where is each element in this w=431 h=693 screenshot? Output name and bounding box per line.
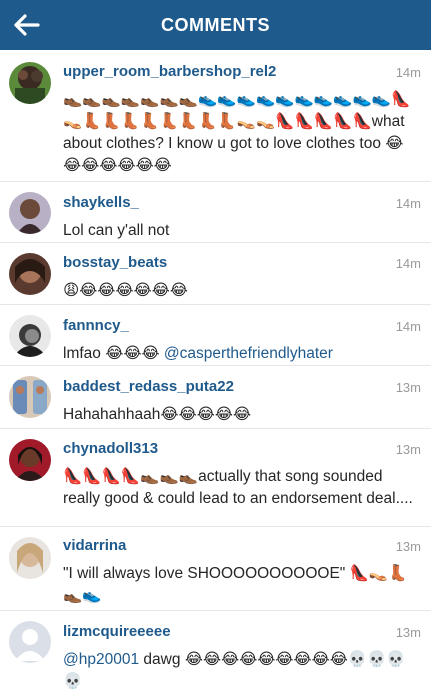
comment-username[interactable]: upper_room_barbershop_rel2 [63, 63, 276, 80]
comment-username[interactable]: fannncy_ [63, 317, 129, 334]
comment-timestamp: 14m [395, 256, 421, 271]
comment-username[interactable]: chynadoll313 [63, 440, 158, 457]
comment-item: chynadoll313 13m 👠👠👠👠👞👞👞actually that so… [0, 429, 431, 527]
comment-body: chynadoll313 13m 👠👠👠👠👞👞👞actually that so… [63, 440, 421, 510]
comment-item: baddest_redass_puta22 13m Hahahahhaah😂😂😂… [0, 366, 431, 429]
avatar[interactable] [9, 537, 51, 579]
comment-username[interactable]: shaykells_ [63, 194, 139, 211]
avatar[interactable] [9, 192, 51, 234]
comment-item: bosstay_beats 14m 😩😂😂😂😂😂😂 [0, 243, 431, 305]
comment-username[interactable]: vidarrina [63, 537, 126, 554]
page-title: COMMENTS [161, 14, 270, 35]
comment-username[interactable]: bosstay_beats [63, 254, 167, 271]
avatar[interactable] [9, 376, 51, 418]
back-arrow-icon[interactable] [12, 10, 42, 40]
comment-body: baddest_redass_puta22 13m Hahahahhaah😂😂😂… [63, 378, 421, 426]
comment-timestamp: 13m [395, 380, 421, 395]
comment-timestamp: 14m [395, 196, 421, 211]
user-mention[interactable]: @hp20001 [63, 651, 139, 668]
comment-text: lmfao 😂😂😂 @casperthefriendlyhater [63, 343, 421, 365]
comment-timestamp: 14m [395, 319, 421, 334]
avatar[interactable] [9, 253, 51, 295]
comment-text: Hahahahhaah😂😂😂😂😂 [63, 406, 251, 423]
comment-body: upper_room_barbershop_rel2 14m 👞👞👞👞👞👞👞👟👟… [63, 63, 421, 177]
comment-body: bosstay_beats 14m 😩😂😂😂😂😂😂 [63, 254, 421, 302]
comment-timestamp: 14m [395, 65, 421, 80]
comment-text: "I will always love SHOOOOOOOOOOE" 👠👡👢👞👟 [63, 565, 408, 604]
comment-username[interactable]: baddest_redass_puta22 [63, 378, 234, 395]
comment-body: lizmcquireeeee 13m @hp20001 dawg 😂😂😂😂😂😂😂… [63, 623, 421, 693]
comment-list[interactable]: upper_room_barbershop_rel2 14m 👞👞👞👞👞👞👞👟👟… [0, 50, 431, 691]
comment-body: fannncy_ 14m lmfao 😂😂😂 @casperthefriendl… [63, 317, 421, 365]
comment-text: 😩😂😂😂😂😂😂 [63, 282, 188, 299]
comment-timestamp: 13m [395, 442, 421, 457]
user-mention[interactable]: @casperthefriendlyhater [164, 345, 333, 362]
avatar[interactable] [9, 62, 51, 104]
comment-body: vidarrina 13m "I will always love SHOOOO… [63, 537, 421, 607]
avatar[interactable] [9, 315, 51, 357]
comment-item: fannncy_ 14m lmfao 😂😂😂 @casperthefriendl… [0, 305, 431, 366]
comment-item: shaykells_ 14m Lol can y'all not [0, 182, 431, 243]
comment-text: 👞👞👞👞👞👞👞👟👟👟👟👟👟👟👟👟👟👠👡👢👢👢👢👢👢👢👢👡👡👠👠👠👠👠what a… [63, 91, 411, 174]
comment-text: 👠👠👠👠👞👞👞actually that song sounded really… [63, 468, 413, 507]
comment-item: vidarrina 13m "I will always love SHOOOO… [0, 527, 431, 611]
comment-text: Lol can y'all not [63, 222, 170, 239]
top-nav-bar: COMMENTS [0, 0, 431, 50]
comment-username[interactable]: lizmcquireeeee [63, 623, 171, 640]
comment-body: shaykells_ 14m Lol can y'all not [63, 194, 421, 242]
comment-text: @hp20001 dawg 😂😂😂😂😂😂😂😂😂💀💀💀💀 [63, 649, 421, 693]
avatar[interactable] [9, 439, 51, 481]
comment-item: lizmcquireeeee 13m @hp20001 dawg 😂😂😂😂😂😂😂… [0, 611, 431, 691]
comment-timestamp: 13m [395, 625, 421, 640]
comment-text-body: lmfao 😂😂😂 [63, 345, 164, 362]
comment-item: upper_room_barbershop_rel2 14m 👞👞👞👞👞👞👞👟👟… [0, 50, 431, 182]
comment-timestamp: 13m [395, 539, 421, 554]
avatar[interactable] [9, 621, 51, 663]
